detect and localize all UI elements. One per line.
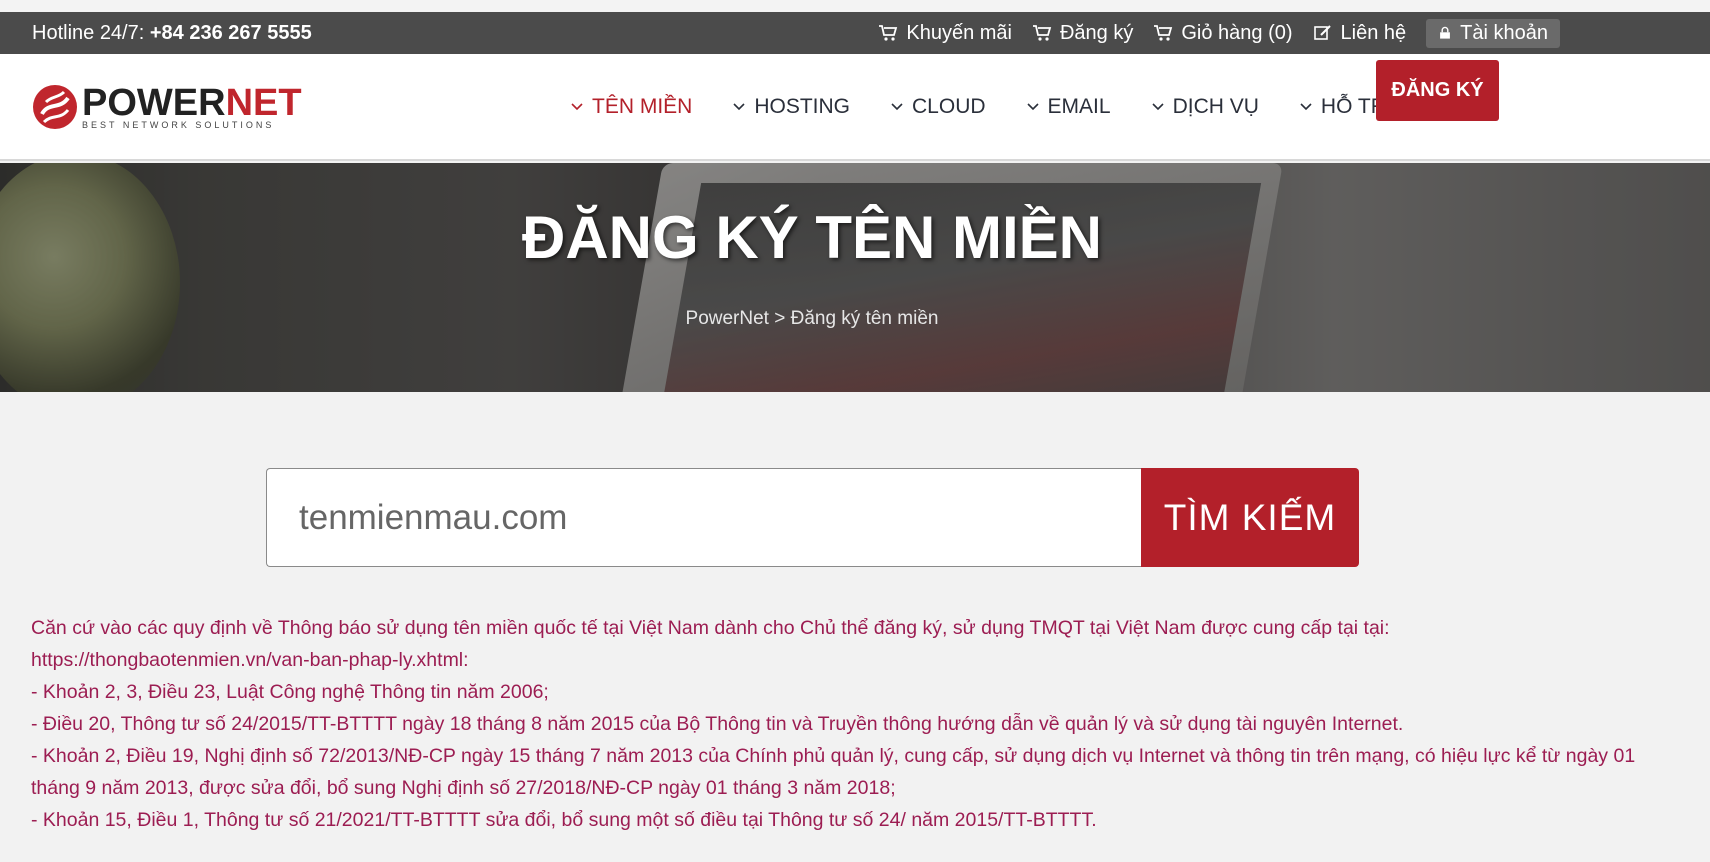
- register-label: Đăng ký: [1059, 21, 1134, 44]
- logo-text: POWERNET BEST NETWORK SOLUTIONS: [82, 84, 302, 130]
- nav-label-domain: TÊN MIỀN: [592, 94, 693, 118]
- notice-link[interactable]: https://thongbaotenmien.vn/van-ban-phap-…: [31, 644, 1651, 676]
- contact-link[interactable]: Liên hệ: [1313, 21, 1407, 45]
- top-strip: [0, 0, 1710, 12]
- chevron-down-icon: [571, 102, 583, 110]
- notice-line: - Khoản 2, 3, Điều 23, Luật Công nghệ Th…: [31, 681, 549, 703]
- account-button[interactable]: Tài khoản: [1426, 18, 1560, 48]
- promotion-label: Khuyến mãi: [906, 21, 1012, 44]
- chevron-down-icon: [1151, 102, 1164, 110]
- hero-banner: ĐĂNG KÝ TÊN MIỀN PowerNet > Đăng ký tên …: [0, 163, 1710, 392]
- logo-tagline: BEST NETWORK SOLUTIONS: [82, 119, 275, 130]
- logo-word-a: POWER: [82, 81, 226, 124]
- nav-label-email: EMAIL: [1047, 94, 1111, 118]
- chevron-down-icon: [1026, 102, 1039, 110]
- notice-line: - Điều 20, Thông tư số 24/2015/TT-BTTTT …: [31, 713, 1404, 735]
- notice-line: - Khoản 15, Điều 1, Thông tư số 21/2021/…: [31, 809, 1097, 831]
- logo[interactable]: POWERNET BEST NETWORK SOLUTIONS: [32, 84, 302, 130]
- hotline-label: Hotline 24/7:: [32, 21, 150, 44]
- main-nav: TÊN MIỀN HOSTING CLOUD EMAIL DỊCH VỤ HỖ …: [570, 95, 1444, 119]
- page-title: ĐĂNG KÝ TÊN MIỀN: [521, 204, 1103, 271]
- legal-notice: Căn cứ vào các quy định về Thông báo sử …: [31, 612, 1651, 836]
- cart-label: Giỏ hàng (0): [1181, 21, 1293, 44]
- edit-icon: [1313, 25, 1331, 40]
- contact-label: Liên hệ: [1340, 21, 1407, 44]
- nav-register-button[interactable]: ĐĂNG KÝ: [1376, 60, 1499, 121]
- domain-search: TÌM KIẾM: [266, 468, 1359, 567]
- nav-item-email[interactable]: EMAIL: [1026, 95, 1111, 119]
- nav-item-hosting[interactable]: HOSTING: [732, 95, 850, 119]
- top-links: Khuyến mãi Đăng ký Giỏ hàng (0) Liên hệ …: [878, 18, 1560, 48]
- notice-line: Căn cứ vào các quy định về Thông báo sử …: [31, 617, 1390, 639]
- logo-wordmark: POWERNET: [82, 84, 302, 122]
- hotline: Hotline 24/7: +84 236 267 5555: [32, 22, 312, 45]
- domain-search-input[interactable]: [266, 468, 1141, 567]
- nav-label-services: DỊCH VỤ: [1172, 94, 1259, 118]
- cart-icon: [1154, 25, 1173, 41]
- register-link[interactable]: Đăng ký: [1032, 22, 1133, 45]
- account-label: Tài khoản: [1460, 21, 1548, 44]
- breadcrumb[interactable]: PowerNet > Đăng ký tên miền: [0, 308, 1624, 330]
- hotline-number[interactable]: +84 236 267 5555: [150, 22, 312, 44]
- notice-line: - Khoản 2, Điều 19, Nghị định số 72/2013…: [31, 745, 1636, 799]
- chevron-down-icon: [891, 102, 903, 110]
- cart-link[interactable]: Giỏ hàng (0): [1153, 21, 1293, 45]
- logo-word-b: NET: [225, 81, 302, 124]
- nav-label-cloud: CLOUD: [912, 94, 986, 118]
- chevron-down-icon: [733, 102, 745, 110]
- chevron-down-icon: [1300, 102, 1312, 110]
- search-button[interactable]: TÌM KIẾM: [1141, 468, 1359, 567]
- promotion-link[interactable]: Khuyến mãi: [878, 22, 1012, 45]
- nav-item-cloud[interactable]: CLOUD: [890, 95, 986, 119]
- powernet-logo-icon: [33, 84, 77, 129]
- nav-label-hosting: HOSTING: [754, 94, 851, 118]
- nav-item-services[interactable]: DỊCH VỤ: [1151, 95, 1259, 119]
- lock-icon: [1440, 26, 1451, 39]
- hero-overlay: [0, 163, 1710, 392]
- cart-icon: [879, 25, 898, 41]
- topbar: Hotline 24/7: +84 236 267 5555 Khuyến mã…: [0, 12, 1710, 54]
- nav-item-domain[interactable]: TÊN MIỀN: [570, 95, 692, 119]
- cart-icon: [1032, 25, 1052, 41]
